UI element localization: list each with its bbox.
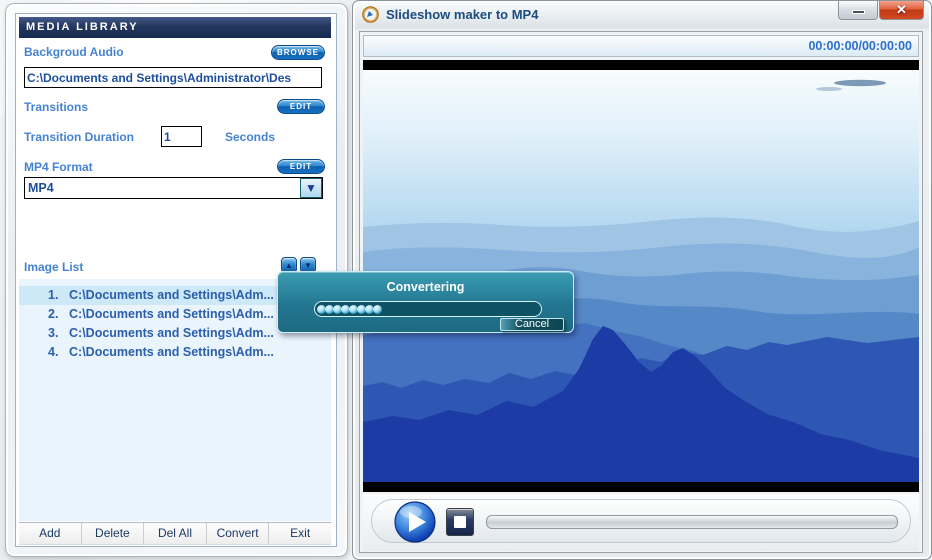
stop-icon [454,516,466,528]
edit-transitions-button[interactable]: EDIT [277,99,325,114]
media-library-header: MEDIA LIBRARY [19,17,331,38]
play-button[interactable] [394,501,436,543]
format-dropdown-value: MP4 [28,181,54,195]
minimize-button[interactable] [838,1,878,20]
list-item-number: 2. [48,307,59,321]
app-icon [362,6,379,23]
list-item-path: C:\Documents and Settings\Adm... [69,307,274,321]
transition-duration-input[interactable] [161,126,202,147]
del-all-button[interactable]: Del All [144,523,207,545]
down-arrow-icon: ▼ [304,261,312,270]
controls-pill [371,499,911,543]
cancel-button[interactable]: Cancel [500,318,564,331]
playback-controls [363,494,919,551]
close-button[interactable]: ✕ [879,1,924,20]
list-item-number: 3. [48,326,59,340]
list-item-number: 1. [48,288,59,302]
delete-button[interactable]: Delete [81,523,145,545]
list-item-number: 4. [48,345,59,359]
audio-path-input[interactable] [24,67,322,88]
bottom-button-strip: Add Delete Del All Convert Exit [19,522,331,545]
window-title: Slideshow maker to MP4 [386,7,539,22]
convert-button[interactable]: Convert [206,523,270,545]
add-button[interactable]: Add [19,523,82,545]
up-arrow-icon: ▲ [285,261,293,270]
minimize-icon [852,10,865,14]
close-icon: ✕ [896,2,907,17]
dropdown-arrow-icon[interactable]: ▼ [300,178,322,198]
transitions-label: Transitions [24,100,89,114]
list-item[interactable]: 4. C:\Documents and Settings\Adm... [19,343,331,362]
mp4-format-label: MP4 Format [24,160,93,174]
seconds-label: Seconds [225,130,276,144]
list-item-path: C:\Documents and Settings\Adm... [69,326,274,340]
dialog-title: Convertering [386,280,465,294]
seek-slider[interactable] [486,515,898,529]
progress-segment [373,304,382,314]
list-item-path: C:\Documents and Settings\Adm... [69,288,274,302]
progress-balls [317,304,382,314]
stop-button[interactable] [446,508,474,536]
transition-duration-label: Transition Duration [24,130,135,144]
time-display: 00:00:00/00:00:00 [363,35,919,57]
format-dropdown[interactable]: MP4 ▼ [24,177,323,199]
converting-dialog: Convertering Cancel [277,271,574,333]
progress-bar [314,301,542,317]
image-list-label: Image List [24,260,84,274]
edit-format-button[interactable]: EDIT [277,159,325,174]
list-item-path: C:\Documents and Settings\Adm... [69,345,274,359]
exit-button[interactable]: Exit [269,523,331,545]
titlebar: Slideshow maker to MP4 ✕ [353,1,931,29]
background-audio-label: Backgroud Audio [24,45,124,59]
browse-button[interactable]: BROWSE [271,45,325,60]
